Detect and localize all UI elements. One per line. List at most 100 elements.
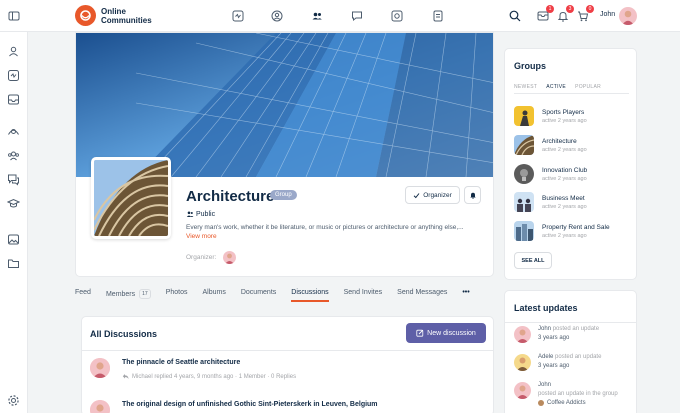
group-thumbnail[interactable]	[514, 164, 534, 184]
tab-send-messages[interactable]: Send Messages	[397, 289, 447, 302]
messages-badge: 1	[546, 5, 554, 13]
new-discussion-button[interactable]: New discussion	[406, 323, 486, 343]
discussion-title[interactable]: The original design of unfinished Gothic…	[122, 401, 378, 408]
user-name[interactable]: John	[600, 11, 615, 18]
group-dot-icon	[538, 400, 544, 406]
check-icon	[413, 192, 420, 199]
divider	[514, 93, 629, 94]
tab-documents[interactable]: Documents	[241, 289, 276, 302]
members-icon	[186, 210, 194, 218]
activity-icon[interactable]	[231, 9, 245, 23]
logo-icon	[75, 5, 96, 26]
more-tabs-button[interactable]: •••	[462, 289, 469, 302]
group-thumbnail[interactable]	[514, 221, 534, 241]
photos-icon[interactable]	[7, 233, 20, 246]
user-avatar[interactable]	[514, 382, 531, 399]
left-sidebar	[0, 32, 28, 413]
group-name[interactable]: Property Rent and Sale	[542, 224, 610, 231]
view-more-link[interactable]: View more	[186, 233, 217, 240]
tab-discussions[interactable]: Discussions	[291, 289, 329, 302]
tab-send-invites[interactable]: Send Invites	[344, 289, 383, 302]
cart-badge: 0	[586, 5, 594, 13]
cover-photo	[76, 33, 493, 177]
group-type-badge: Group	[270, 190, 297, 200]
update-author[interactable]: Adele	[538, 354, 553, 360]
edit-icon	[416, 329, 424, 337]
cart-icon[interactable]: 0	[576, 5, 594, 23]
group-activity-time: active 2 years ago	[542, 176, 587, 182]
organizer-button[interactable]: Organizer	[405, 186, 460, 204]
documents-icon[interactable]	[431, 9, 445, 23]
group-name[interactable]: Business Meet	[542, 195, 585, 202]
group-activity-time: active 2 years ago	[542, 233, 587, 239]
bell-icon[interactable]: 3	[556, 5, 574, 23]
user-avatar[interactable]	[619, 7, 637, 25]
user-avatar[interactable]	[514, 326, 531, 343]
inbox-icon[interactable]	[7, 93, 20, 106]
update-action: posted an update in the group	[538, 391, 618, 397]
tab-members[interactable]: Members 17	[106, 289, 151, 305]
update-text: Adele posted an update	[538, 354, 602, 360]
group-thumbnail[interactable]	[514, 192, 534, 212]
profile-icon[interactable]	[270, 9, 284, 23]
profile-icon[interactable]	[7, 45, 20, 58]
group-name[interactable]: Innovation Club	[542, 167, 587, 174]
group-tabs: Feed Members 17 Photos Albums Documents D…	[75, 289, 494, 307]
see-all-groups-button[interactable]: SEE ALL	[514, 252, 552, 269]
group-name[interactable]: Architecture	[542, 138, 577, 145]
discussion-title[interactable]: The pinnacle of Seattle architecture	[122, 359, 240, 366]
settings-icon[interactable]	[7, 394, 20, 407]
group-privacy: Public	[186, 210, 215, 218]
group-list-item[interactable]: Property Rent and Sale active 2 years ag…	[514, 221, 634, 241]
tab-photos[interactable]: Photos	[166, 289, 188, 302]
forums-icon[interactable]	[7, 173, 20, 186]
group-activity-time: active 2 years ago	[542, 204, 587, 210]
group-thumbnail[interactable]	[514, 135, 534, 155]
discussion-meta: Michael replied 4 years, 9 months ago · …	[122, 373, 296, 380]
courses-icon[interactable]	[7, 197, 20, 210]
group-list-item[interactable]: Sports Players active 2 years ago	[514, 106, 634, 126]
organizer-label: Organizer:	[186, 254, 217, 261]
author-avatar[interactable]	[90, 358, 110, 378]
update-author[interactable]: John	[538, 326, 551, 332]
update-group[interactable]: Coffee Addicts	[538, 400, 586, 406]
tab-feed[interactable]: Feed	[75, 289, 91, 302]
connections-icon[interactable]	[7, 125, 20, 138]
search-icon[interactable]	[508, 9, 522, 23]
sidebar-toggle-icon[interactable]	[8, 10, 20, 22]
folder-icon[interactable]	[7, 257, 20, 270]
photos-icon[interactable]	[390, 9, 404, 23]
discussions-card: All Discussions New discussion The pinna…	[81, 316, 494, 413]
site-name: Online Communities	[101, 6, 152, 25]
update-text: John posted an update	[538, 326, 600, 332]
top-bar: Online Communities 1 3 0 John	[0, 0, 680, 32]
user-avatar[interactable]	[514, 354, 531, 371]
organizer-row: Organizer:	[186, 251, 237, 264]
group-list-item[interactable]: Innovation Club active 2 years ago	[514, 164, 634, 184]
organizer-button-label: Organizer	[423, 191, 452, 199]
group-name[interactable]: Sports Players	[542, 109, 584, 116]
latest-updates-widget: Latest updates John posted an update 3 y…	[504, 290, 637, 413]
privacy-label: Public	[196, 210, 216, 218]
group-list-item[interactable]: Business Meet active 2 years ago	[514, 192, 634, 212]
group-activity-time: active 2 years ago	[542, 147, 587, 153]
forums-icon[interactable]	[350, 9, 364, 23]
group-list-item[interactable]: Architecture active 2 years ago	[514, 135, 634, 155]
update-author[interactable]: John	[538, 382, 551, 388]
members-icon[interactable]	[310, 9, 324, 23]
activity-icon[interactable]	[7, 69, 20, 82]
group-notifications-button[interactable]	[464, 186, 481, 204]
reply-icon	[122, 373, 129, 380]
groups-icon[interactable]	[7, 149, 20, 162]
group-thumbnail[interactable]	[514, 106, 534, 126]
group-description: Every man's work, whether it be literatu…	[186, 224, 464, 231]
messages-icon[interactable]: 1	[536, 5, 554, 23]
tab-albums[interactable]: Albums	[203, 289, 226, 302]
site-logo[interactable]: Online Communities	[75, 5, 161, 26]
members-count: 17	[139, 289, 151, 299]
organizer-avatar[interactable]	[223, 251, 237, 264]
groups-widget-title: Groups	[514, 61, 547, 71]
group-activity-time: active 2 years ago	[542, 118, 587, 124]
author-avatar[interactable]	[90, 400, 110, 413]
update-time: 3 years ago	[538, 335, 570, 341]
